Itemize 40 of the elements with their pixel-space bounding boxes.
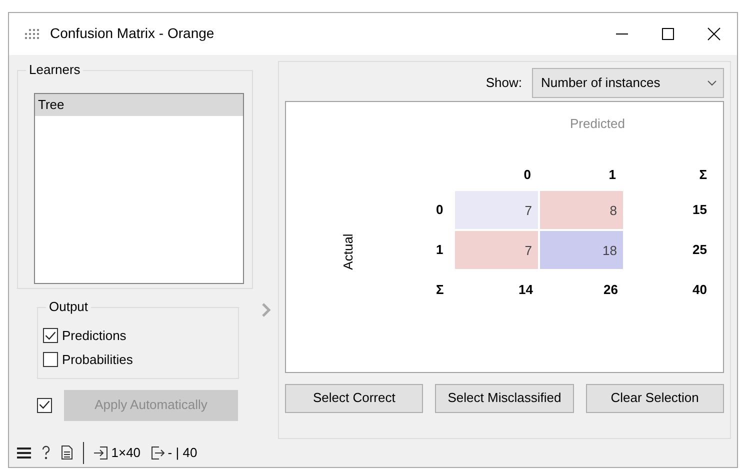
- matrix-cell[interactable]: 18: [539, 230, 624, 270]
- list-item[interactable]: Tree: [35, 94, 243, 116]
- row-header: 1: [436, 240, 444, 259]
- document-icon[interactable]: [61, 445, 73, 460]
- matrix-cell[interactable]: 8: [539, 190, 624, 230]
- action-button[interactable]: Select Correct: [285, 384, 424, 413]
- close-icon[interactable]: [707, 26, 721, 41]
- axis-label: Predicted: [570, 114, 625, 133]
- output-summary: - | 40: [168, 444, 198, 462]
- column-total: 26: [604, 282, 618, 297]
- column-total: 14: [518, 282, 533, 297]
- checkbox-label: Probabilities: [62, 350, 133, 369]
- column-header: 0: [524, 166, 531, 182]
- column-total: 40: [692, 282, 707, 297]
- maximize-icon[interactable]: [661, 26, 675, 41]
- menu-icon[interactable]: [17, 446, 31, 459]
- input-summary: 1×40: [111, 444, 141, 462]
- show-dropdown[interactable]: Number of instances: [532, 68, 724, 98]
- matrix-cell[interactable]: 7: [454, 230, 539, 270]
- action-button[interactable]: Select Misclassified: [435, 384, 574, 413]
- checkbox-label: Predictions: [62, 326, 126, 345]
- action-button[interactable]: Clear Selection: [586, 384, 724, 413]
- caret-icon: [707, 80, 717, 86]
- column-header: Σ: [699, 166, 707, 182]
- row-header: 0: [436, 200, 444, 219]
- app-icon: [23, 27, 40, 40]
- help-icon[interactable]: [41, 445, 51, 460]
- group-title: Output: [46, 298, 92, 315]
- row-total: 15: [692, 202, 707, 217]
- row-total: 25: [692, 242, 707, 257]
- output-icon[interactable]: [150, 446, 165, 460]
- axis-label: Actual: [339, 233, 356, 270]
- show-label: Show:: [486, 74, 522, 92]
- input-icon[interactable]: [94, 446, 108, 460]
- column-header: 1: [608, 166, 616, 182]
- matrix-cell[interactable]: 7: [454, 190, 539, 230]
- checkbox[interactable]: [43, 328, 58, 344]
- row-header: Σ: [436, 280, 445, 299]
- checkbox[interactable]: [43, 352, 58, 368]
- window-title: Confusion Matrix - Orange: [50, 24, 214, 44]
